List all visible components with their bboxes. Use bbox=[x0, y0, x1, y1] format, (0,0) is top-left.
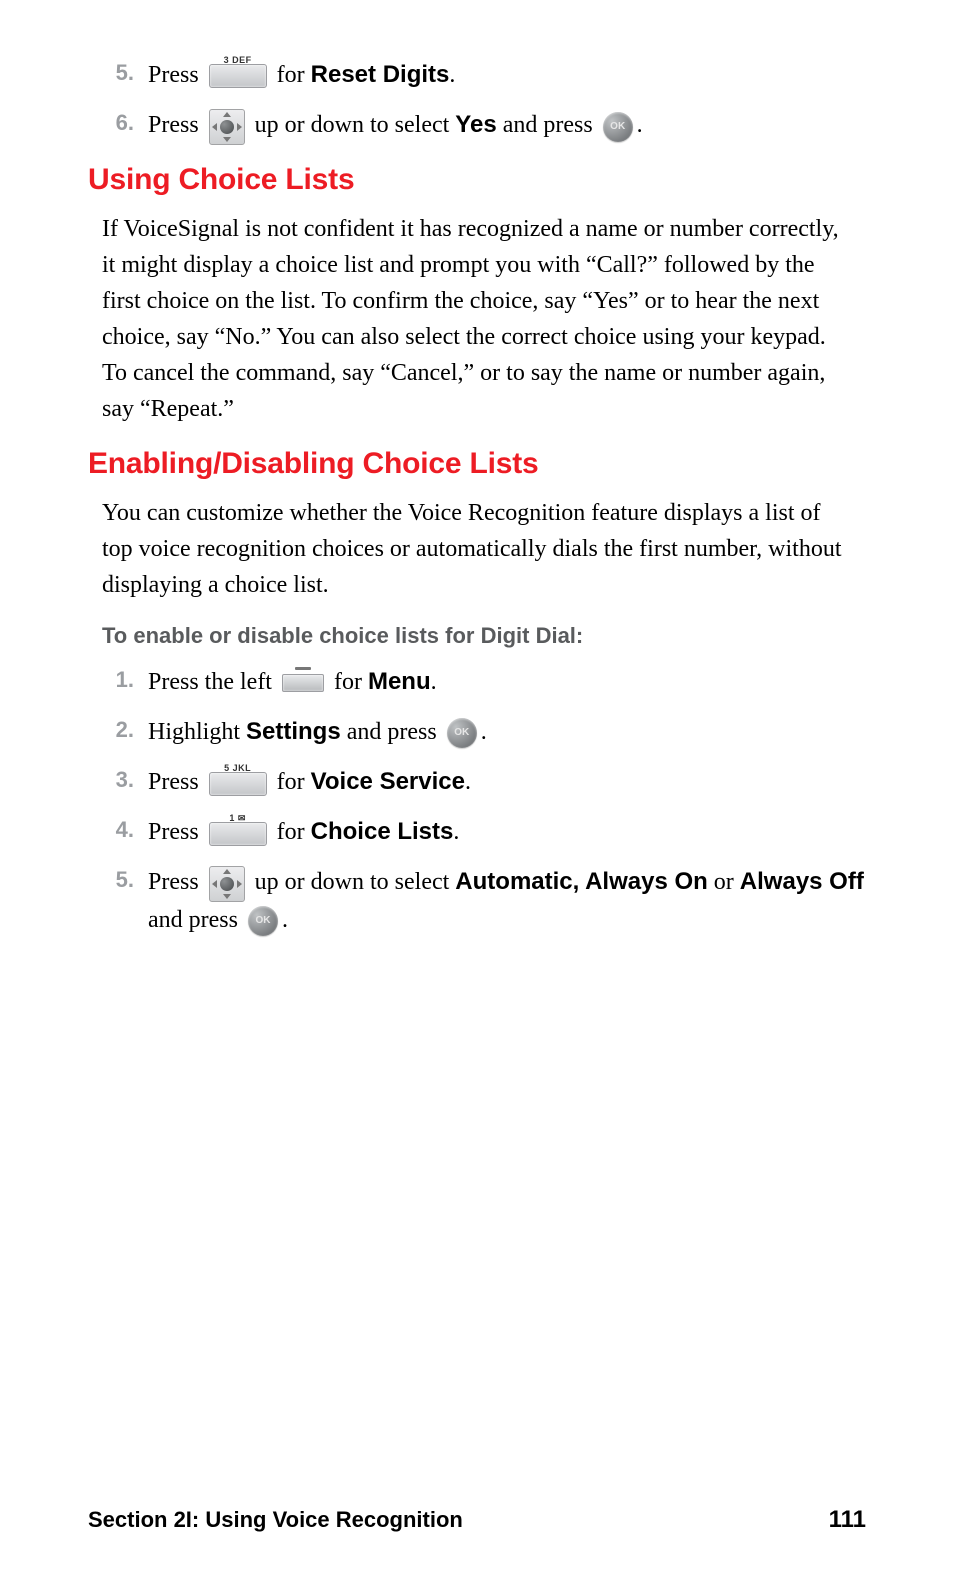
step-number: 6. bbox=[100, 106, 134, 140]
sub-instruction-digit-dial: To enable or disable choice lists for Di… bbox=[102, 623, 866, 649]
step-text: . bbox=[449, 62, 455, 88]
step-text: up or down to select bbox=[249, 869, 456, 895]
step-text: Press the left bbox=[148, 669, 278, 695]
step-text: . bbox=[282, 907, 288, 933]
para-enabling-disabling: You can customize whether the Voice Reco… bbox=[102, 495, 866, 603]
para-using-choice-lists: If VoiceSignal is not confident it has r… bbox=[102, 211, 866, 427]
document-page: 5. Press 3 DEF for Reset Digits. 6. Press u… bbox=[0, 0, 954, 1590]
step-item: 5.Press up or down to select Automatic, … bbox=[136, 863, 866, 939]
step-text: Press bbox=[148, 62, 205, 88]
step-text-bold: Choice Lists bbox=[311, 818, 454, 845]
step-text: . bbox=[481, 719, 487, 745]
step-number: 3. bbox=[100, 763, 134, 797]
step-number: 1. bbox=[100, 663, 134, 697]
step-text: up or down to select bbox=[249, 112, 456, 138]
step-text-bold: Settings bbox=[246, 718, 341, 745]
step-text: . bbox=[431, 669, 437, 695]
step-text: . bbox=[465, 769, 471, 795]
page-footer: Section 2I: Using Voice Recognition 111 bbox=[88, 1506, 866, 1534]
step-text-bold: Voice Service bbox=[311, 768, 465, 795]
step-number: 5. bbox=[100, 56, 134, 90]
enable-disable-step-list: 1. Press the left for Menu. 2. Highlight Se… bbox=[88, 663, 866, 939]
ok-button-icon bbox=[603, 112, 633, 142]
step-text: for bbox=[271, 819, 311, 845]
heading-enabling-disabling: Enabling/Disabling Choice Lists bbox=[88, 447, 866, 481]
left-softkey-icon bbox=[282, 674, 324, 692]
continued-step-list: 5. Press 3 DEF for Reset Digits. 6. Press u… bbox=[88, 56, 866, 145]
step-text-bold: Menu bbox=[368, 668, 431, 695]
step-text: and press bbox=[497, 112, 599, 138]
step-text: and press bbox=[341, 719, 443, 745]
step-item: 1.Press the left for Menu. bbox=[136, 663, 866, 701]
step-text: Press bbox=[148, 112, 205, 138]
step-text: for bbox=[328, 669, 368, 695]
step-number: 2. bbox=[100, 713, 134, 747]
step-text: Press bbox=[148, 869, 205, 895]
key3-button-icon: 3 DEF bbox=[209, 64, 267, 88]
step-item: 6.Press up or down to select Yes and pre… bbox=[136, 106, 866, 144]
nav-key-icon bbox=[209, 109, 245, 145]
key1-button-icon: 1 ✉ bbox=[209, 822, 267, 846]
step-number: 5. bbox=[100, 863, 134, 897]
step-item: 4.Press 1 ✉ for Choice Lists. bbox=[136, 813, 866, 851]
nav-key-icon bbox=[209, 866, 245, 902]
heading-using-choice-lists: Using Choice Lists bbox=[88, 163, 866, 197]
step-text-bold: Yes bbox=[455, 111, 496, 138]
step-item: 2.Highlight Settings and press . bbox=[136, 713, 866, 751]
step-text: Press bbox=[148, 819, 205, 845]
step-text: for bbox=[271, 769, 311, 795]
step-text: Highlight bbox=[148, 719, 246, 745]
step-item: 3.Press 5 JKL for Voice Service. bbox=[136, 763, 866, 801]
step-text: for bbox=[271, 62, 311, 88]
footer-section-label: Section 2I: Using Voice Recognition bbox=[88, 1507, 463, 1533]
step-text-bold: Reset Digits bbox=[311, 61, 450, 88]
step-item: 5.Press 3 DEF for Reset Digits. bbox=[136, 56, 866, 94]
step-text: and press bbox=[148, 907, 244, 933]
step-text-bold: Automatic, Always On bbox=[455, 868, 708, 895]
ok-button-icon bbox=[248, 906, 278, 936]
ok-button-icon bbox=[447, 718, 477, 748]
step-text-bold: Always Off bbox=[740, 868, 864, 895]
key5-button-icon: 5 JKL bbox=[209, 772, 267, 796]
step-text: . bbox=[637, 112, 643, 138]
step-text: Press bbox=[148, 769, 205, 795]
step-text: or bbox=[708, 869, 740, 895]
footer-page-number: 111 bbox=[829, 1506, 866, 1534]
step-text: . bbox=[453, 819, 459, 845]
step-number: 4. bbox=[100, 813, 134, 847]
